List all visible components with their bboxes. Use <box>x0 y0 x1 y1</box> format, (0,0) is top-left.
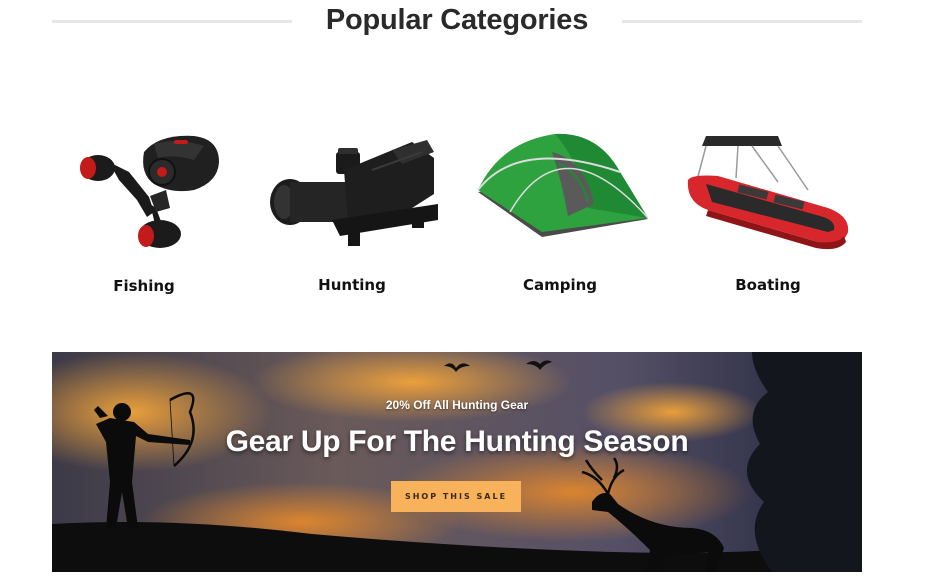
promo-banner[interactable]: 20% Off All Hunting Gear Gear Up For The… <box>52 352 862 572</box>
category-hunting[interactable]: Hunting <box>262 112 442 302</box>
banner-kicker: 20% Off All Hunting Gear <box>385 398 529 412</box>
category-camping[interactable]: Camping <box>470 112 650 302</box>
header-divider-right <box>622 20 862 23</box>
category-boating[interactable]: Boating <box>678 112 858 302</box>
fishing-reel-icon <box>80 135 219 248</box>
inflatable-boat-icon <box>687 136 849 250</box>
category-grid: Fishing Hunting Camping Boating <box>52 112 862 312</box>
section-header: Popular Categories <box>52 0 862 44</box>
banner-headline: Gear Up For The Hunting Season <box>225 425 689 458</box>
rifle-scope-icon <box>270 140 438 246</box>
category-label-boating: Boating <box>735 276 801 294</box>
sunset-hunting-scene <box>52 352 862 572</box>
tent-icon <box>477 133 649 237</box>
category-label-fishing: Fishing <box>113 277 175 295</box>
shop-sale-button[interactable]: SHOP THIS SALE <box>391 481 521 512</box>
category-label-hunting: Hunting <box>318 276 386 294</box>
category-fishing[interactable]: Fishing <box>54 112 234 302</box>
category-label-camping: Camping <box>522 276 598 294</box>
